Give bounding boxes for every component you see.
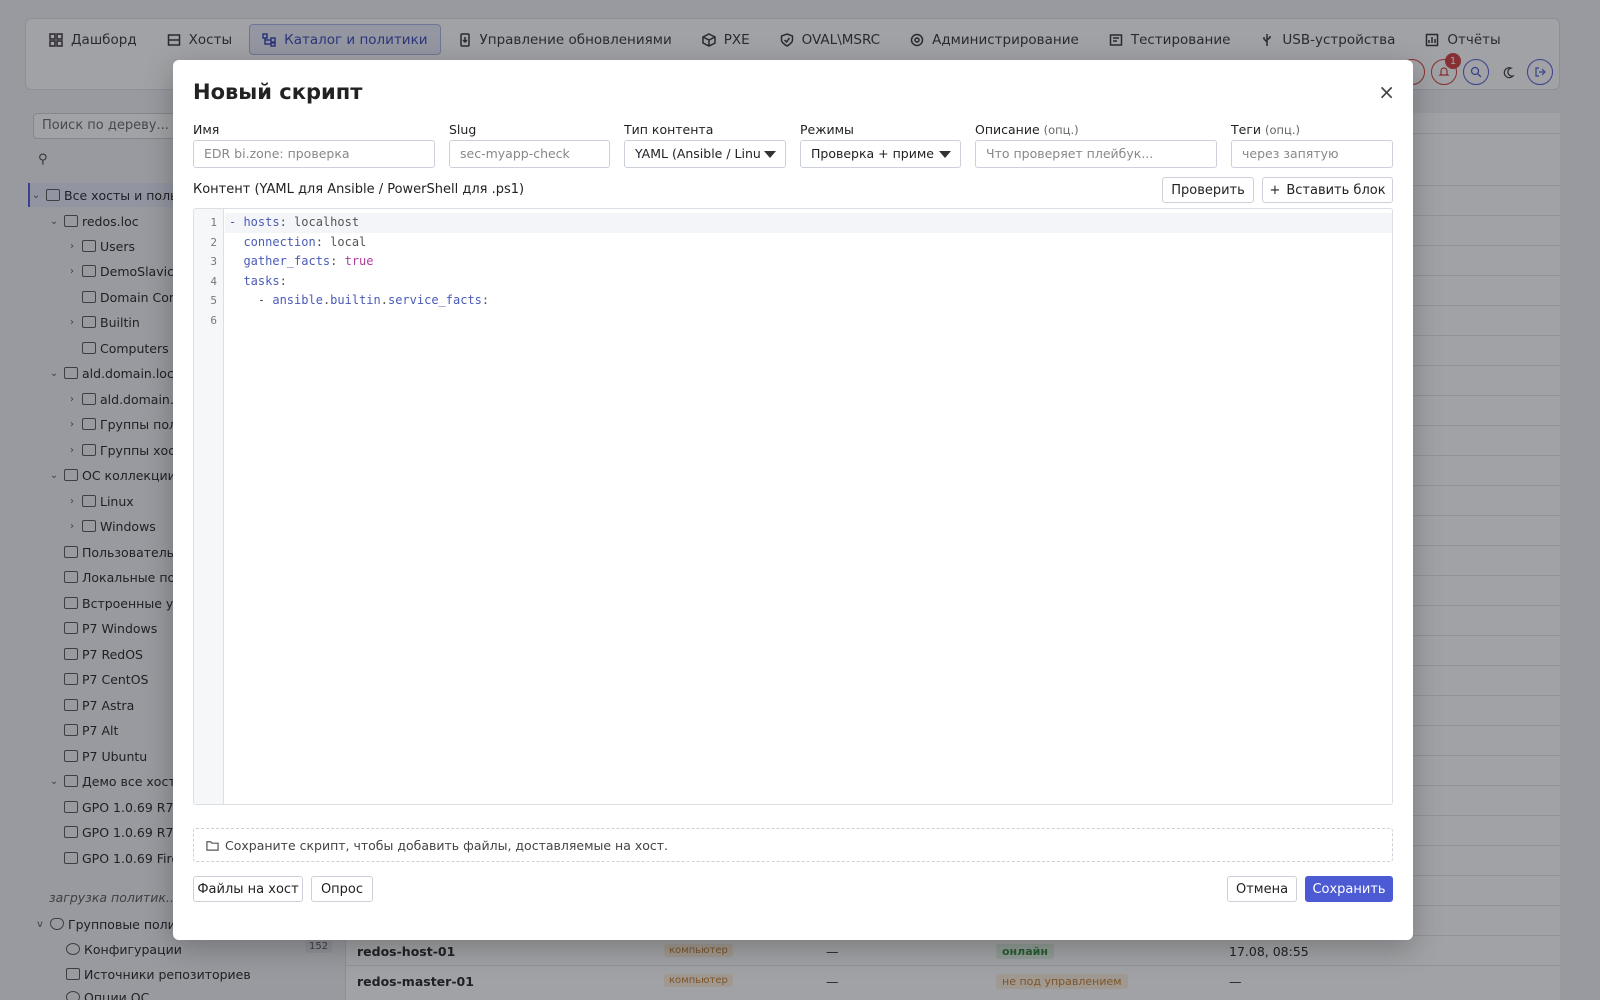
new-script-dialog: Новый скрипт × Имя EDR bi.zone: проверка… — [173, 60, 1413, 940]
files-to-host-button[interactable]: Файлы на хост — [193, 876, 303, 902]
chevron-down-icon — [764, 151, 776, 158]
name-input[interactable]: EDR bi.zone: проверка — [193, 140, 435, 168]
description-field: Описание (опц.) Что проверяет плейбук... — [975, 122, 1217, 168]
code-editor[interactable]: 1 2 3 4 5 6 - hosts: localhost connection: lo… — [193, 208, 1393, 805]
line-number: 6 — [210, 313, 217, 327]
slug-input[interactable]: sec-myapp-check — [449, 140, 610, 168]
cancel-button[interactable]: Отмена — [1227, 876, 1297, 902]
code-line[interactable]: - ansible.builtin.service_facts: — [225, 291, 1392, 311]
optional-hint: (опц.) — [1043, 123, 1079, 137]
tags-label: Теги (опц.) — [1231, 122, 1393, 137]
modes-label: Режимы — [800, 122, 854, 137]
slug-label: Slug — [449, 122, 477, 137]
code-line[interactable] — [225, 311, 1392, 331]
tags-label-text: Теги — [1231, 122, 1262, 137]
code-line[interactable]: tasks: — [225, 272, 1392, 292]
save-button[interactable]: Сохранить — [1305, 876, 1393, 902]
description-label: Описание (опц.) — [975, 122, 1217, 137]
description-label-text: Описание — [975, 122, 1040, 137]
check-button[interactable]: Проверить — [1162, 177, 1254, 203]
optional-hint: (опц.) — [1265, 123, 1301, 137]
name-label: Имя — [193, 122, 220, 137]
modes-field: Режимы Проверка + приме — [800, 122, 961, 168]
slug-field: Slug sec-myapp-check — [449, 122, 610, 168]
tags-input[interactable]: через запятую — [1231, 140, 1393, 168]
code-line[interactable]: - hosts: localhost — [225, 213, 1392, 233]
modes-value: Проверка + приме — [811, 146, 934, 161]
line-number: 1 — [210, 216, 217, 229]
dialog-title: Новый скрипт — [193, 80, 363, 104]
files-note: Сохраните скрипт, чтобы добавить файлы, … — [193, 828, 1393, 862]
insert-block-button[interactable]: + Вставить блок — [1262, 177, 1393, 203]
code-line[interactable]: connection: local — [225, 233, 1392, 253]
line-number-gutter: 1 2 3 4 5 6 — [194, 209, 224, 804]
content-type-field: Тип контента YAML (Ansible / Linu — [624, 122, 786, 168]
insert-block-label: Вставить блок — [1286, 182, 1386, 198]
files-note-text: Сохраните скрипт, чтобы добавить файлы, … — [225, 837, 669, 853]
line-number: 5 — [210, 294, 217, 307]
modes-select[interactable]: Проверка + приме — [800, 140, 961, 168]
content-label: Контент (YAML для Ansible / PowerShell д… — [193, 182, 525, 197]
code-content[interactable]: - hosts: localhost connection: local gat… — [225, 213, 1392, 330]
code-line[interactable]: gather_facts: true — [225, 252, 1392, 272]
line-number: 2 — [210, 235, 217, 249]
content-type-select[interactable]: YAML (Ansible / Linu — [624, 140, 786, 168]
content-type-label: Тип контента — [624, 122, 714, 137]
content-type-value: YAML (Ansible / Linu — [635, 146, 761, 161]
folder-icon — [206, 840, 219, 851]
line-number: 4 — [210, 274, 217, 288]
poll-button[interactable]: Опрос — [311, 876, 373, 902]
tags-field: Теги (опц.) через запятую — [1231, 122, 1393, 168]
description-input[interactable]: Что проверяет плейбук... — [975, 140, 1217, 168]
name-field: Имя EDR bi.zone: проверка — [193, 122, 435, 168]
close-icon[interactable]: × — [1378, 82, 1395, 102]
plus-icon: + — [1269, 182, 1281, 198]
chevron-down-icon — [939, 151, 951, 158]
line-number: 3 — [210, 255, 217, 268]
